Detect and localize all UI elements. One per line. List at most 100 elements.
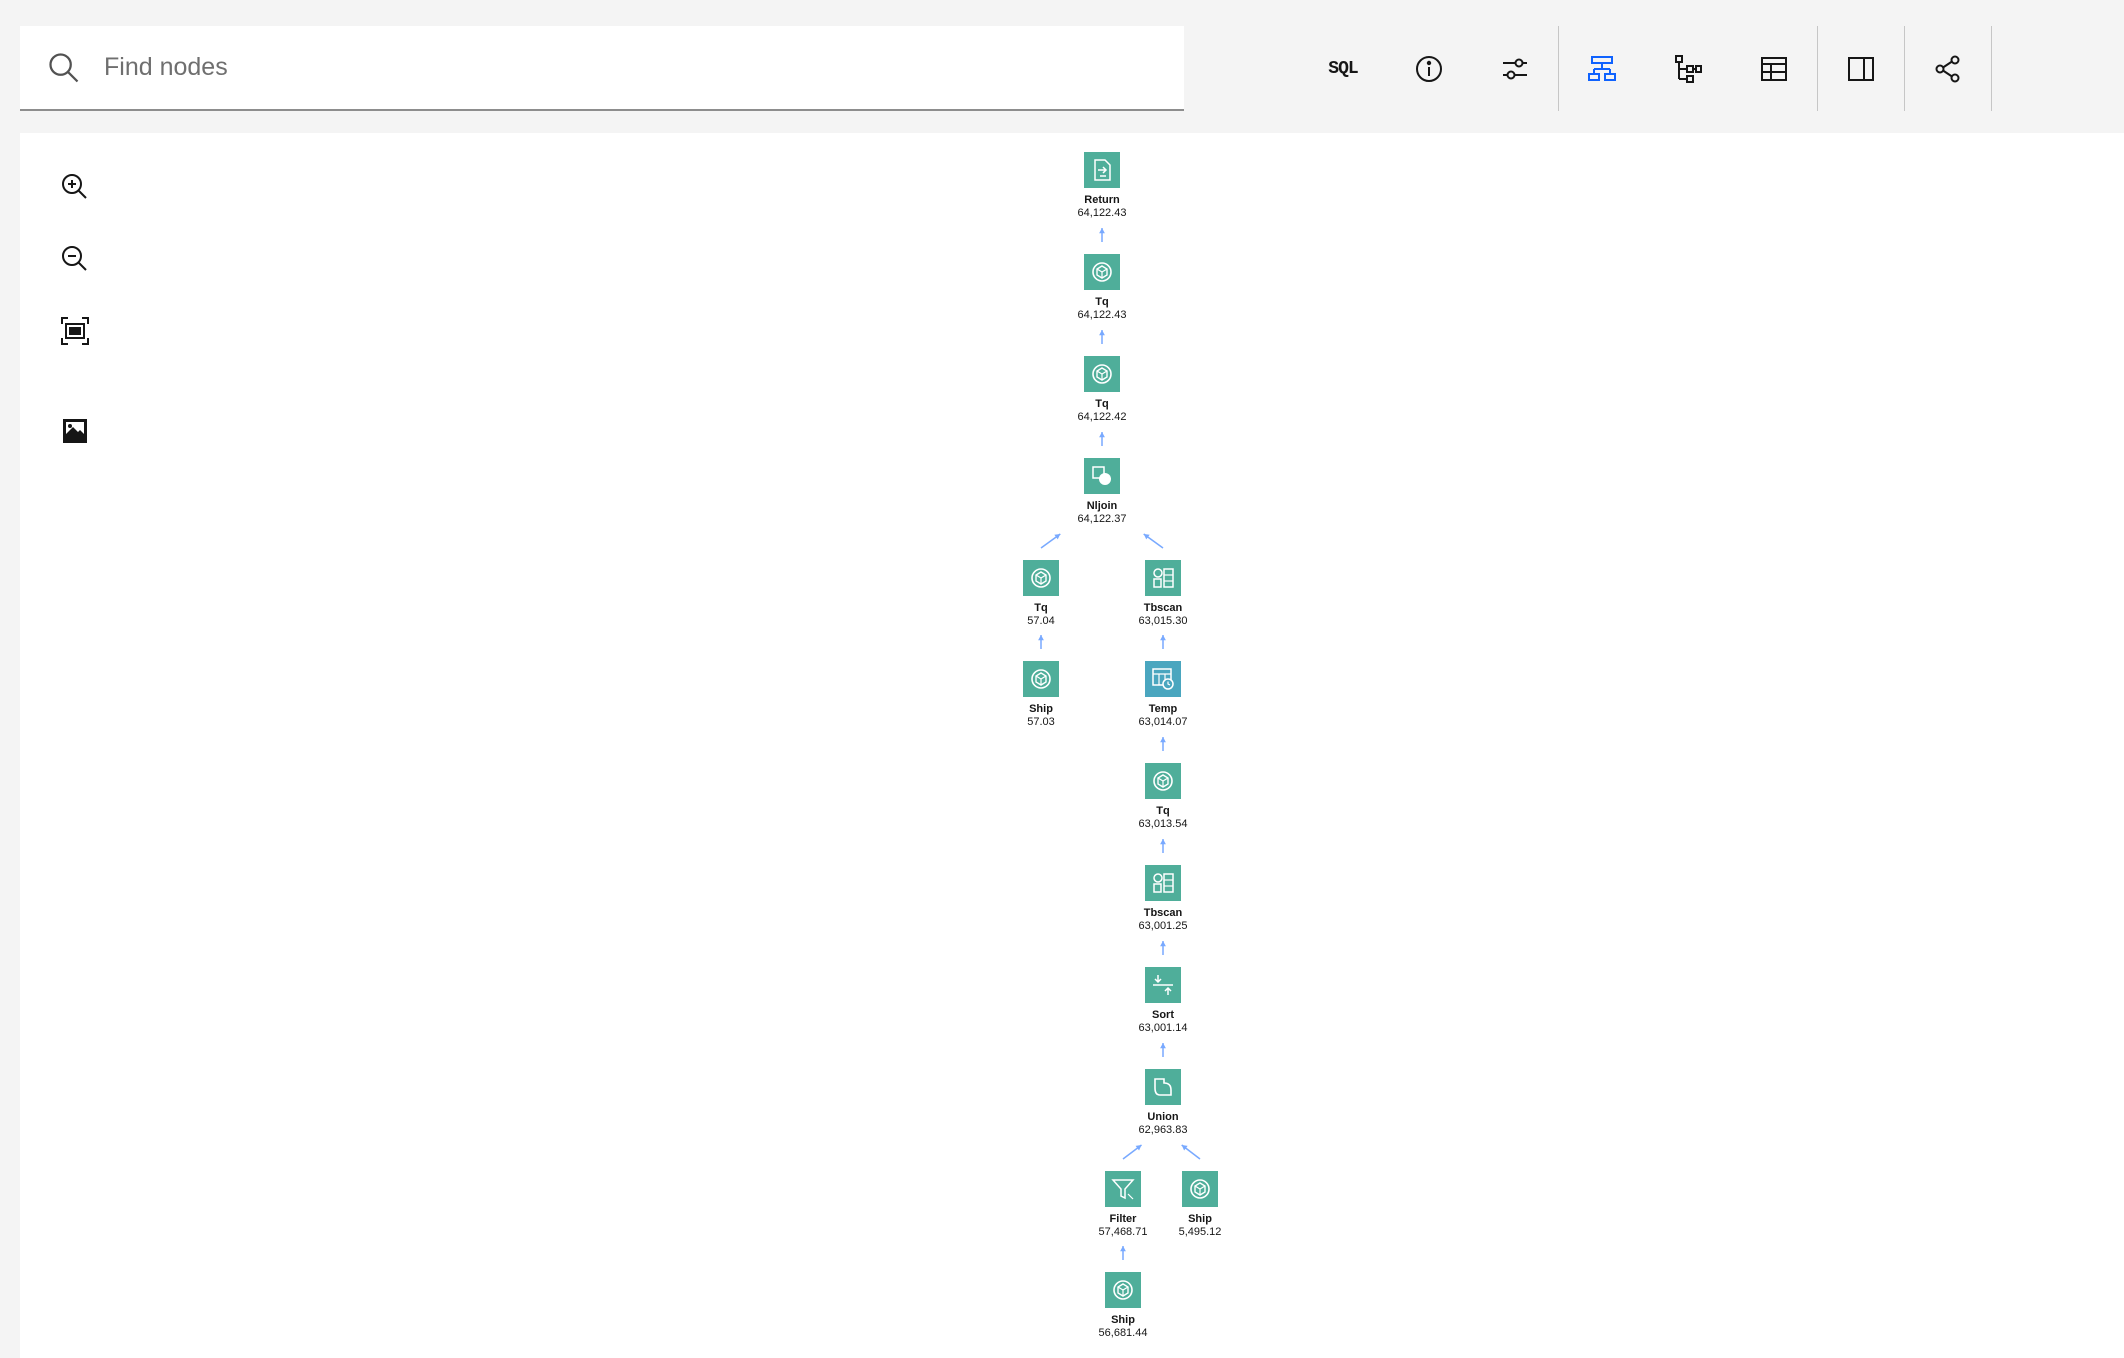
search-input[interactable] — [104, 26, 1164, 109]
edge-arrowhead — [1099, 330, 1105, 336]
edge-arrowhead — [1160, 635, 1166, 641]
tq-icon — [1153, 771, 1173, 791]
ship-icon — [1190, 1179, 1210, 1199]
sql-button[interactable]: SQL — [1300, 26, 1386, 111]
nljoin-icon — [1092, 466, 1111, 485]
node-name: Union — [1147, 1111, 1179, 1123]
graph-view-button[interactable] — [1559, 26, 1645, 111]
plan-node[interactable]: Ship 57.03 — [981, 661, 1101, 729]
filter-icon — [1111, 1179, 1135, 1200]
plan-node[interactable]: Tq 63,013.54 — [1103, 763, 1223, 831]
node-box[interactable] — [1105, 1171, 1141, 1207]
toolbar: SQL — [1300, 26, 1992, 111]
ship-icon — [1113, 1280, 1133, 1300]
edge-arrowhead — [1099, 228, 1105, 234]
graph-canvas[interactable]: Return 64,122.43 Tq 64,122.43 Tq 64,122.42 Nlj… — [20, 133, 2124, 1358]
tq-icon — [1092, 364, 1112, 384]
node-cost: 63,001.25 — [1138, 920, 1188, 932]
plan-node[interactable]: Tbscan 63,001.25 — [1103, 865, 1223, 933]
node-name: Tq — [1156, 805, 1170, 817]
top-bar: SQL — [0, 0, 2124, 133]
node-box[interactable] — [1145, 763, 1181, 799]
plan-node[interactable]: Return 64,122.43 — [1042, 152, 1162, 220]
return-icon — [1094, 159, 1111, 181]
node-box[interactable] — [1084, 458, 1120, 494]
search-icon — [49, 53, 79, 83]
node-cost: 64,122.43 — [1077, 309, 1127, 321]
tbscan-icon — [1153, 873, 1174, 893]
node-name: Temp — [1148, 703, 1178, 715]
side-panel-button[interactable] — [1818, 26, 1904, 111]
settings-adjust-icon — [1503, 58, 1527, 79]
node-name: Tq — [1095, 296, 1109, 308]
node-cost: 57.03 — [1027, 716, 1055, 728]
sql-label: SQL — [1328, 58, 1358, 79]
node-name: Tq — [1034, 602, 1048, 614]
node-box[interactable] — [1145, 560, 1181, 596]
edge-arrowhead — [1099, 432, 1105, 438]
node-cost: 64,122.43 — [1077, 207, 1127, 219]
plan-node[interactable]: Ship 56,681.44 — [1063, 1272, 1183, 1340]
table-view-button[interactable] — [1731, 26, 1817, 111]
search-bar[interactable] — [20, 26, 1184, 111]
tq-icon — [1092, 262, 1112, 282]
temp-icon — [1152, 668, 1174, 690]
node-name: Ship — [1111, 1314, 1135, 1326]
node-cost: 5,495.12 — [1178, 1226, 1222, 1238]
node-name: Tbscan — [1143, 907, 1183, 919]
node-name: Tbscan — [1143, 602, 1183, 614]
node-cost: 57.04 — [1027, 615, 1055, 627]
edge-arrowhead — [1054, 534, 1061, 540]
hierarchy-graph-icon — [1588, 55, 1616, 81]
plan-node[interactable]: Tbscan 63,015.30 — [1103, 560, 1223, 628]
share-button[interactable] — [1905, 26, 1991, 111]
sort-icon — [1153, 975, 1173, 995]
node-cost: 64,122.42 — [1077, 411, 1127, 423]
plan-node[interactable]: Tq 64,122.42 — [1042, 356, 1162, 424]
tree-view-icon — [1675, 54, 1702, 83]
node-box[interactable] — [1145, 661, 1181, 697]
node-box[interactable] — [1182, 1171, 1218, 1207]
node-box[interactable] — [1023, 661, 1059, 697]
node-name: Tq — [1095, 398, 1109, 410]
node-box[interactable] — [1145, 967, 1181, 1003]
node-cost: 62,963.83 — [1138, 1124, 1188, 1136]
edge-arrowhead — [1160, 941, 1166, 947]
info-icon — [1416, 55, 1442, 82]
plan-node[interactable]: Nljoin 64,122.37 — [1042, 458, 1162, 526]
node-name: Ship — [1188, 1213, 1212, 1225]
edge-arrowhead — [1120, 1246, 1126, 1252]
ship-icon — [1031, 669, 1051, 689]
node-cost: 63,001.14 — [1138, 1022, 1188, 1034]
share-icon — [1935, 55, 1960, 82]
node-box[interactable] — [1145, 1069, 1181, 1105]
union-icon — [1154, 1078, 1172, 1096]
plan-node[interactable]: Tq 57.04 — [981, 560, 1101, 628]
plan-node[interactable]: Union 62,963.83 — [1103, 1069, 1223, 1137]
node-cost: 64,122.37 — [1077, 513, 1127, 525]
node-box[interactable] — [1084, 152, 1120, 188]
tbscan-icon — [1153, 568, 1174, 588]
plan-node[interactable]: Ship 5,495.12 — [1140, 1171, 1260, 1239]
node-cost: 56,681.44 — [1098, 1327, 1148, 1339]
tq-icon — [1031, 568, 1051, 588]
node-box[interactable] — [1023, 560, 1059, 596]
edge-arrowhead — [1038, 635, 1044, 641]
node-box[interactable] — [1084, 254, 1120, 290]
table-icon — [1761, 56, 1787, 81]
node-box[interactable] — [1084, 356, 1120, 392]
tree-view-button[interactable] — [1645, 26, 1731, 111]
plan-node[interactable]: Sort 63,001.14 — [1103, 967, 1223, 1035]
plan-node[interactable]: Tq 64,122.43 — [1042, 254, 1162, 322]
settings-button[interactable] — [1472, 26, 1558, 111]
edge-arrowhead — [1143, 534, 1150, 540]
info-button[interactable] — [1386, 26, 1472, 111]
node-name: Sort — [1152, 1009, 1174, 1021]
node-box[interactable] — [1105, 1272, 1141, 1308]
node-box[interactable] — [1145, 865, 1181, 901]
edge-arrowhead — [1160, 737, 1166, 743]
plan-node[interactable]: Temp 63,014.07 — [1103, 661, 1223, 729]
node-name: Nljoin — [1086, 500, 1118, 512]
node-cost: 63,014.07 — [1138, 716, 1188, 728]
edge-arrowhead — [1160, 839, 1166, 845]
